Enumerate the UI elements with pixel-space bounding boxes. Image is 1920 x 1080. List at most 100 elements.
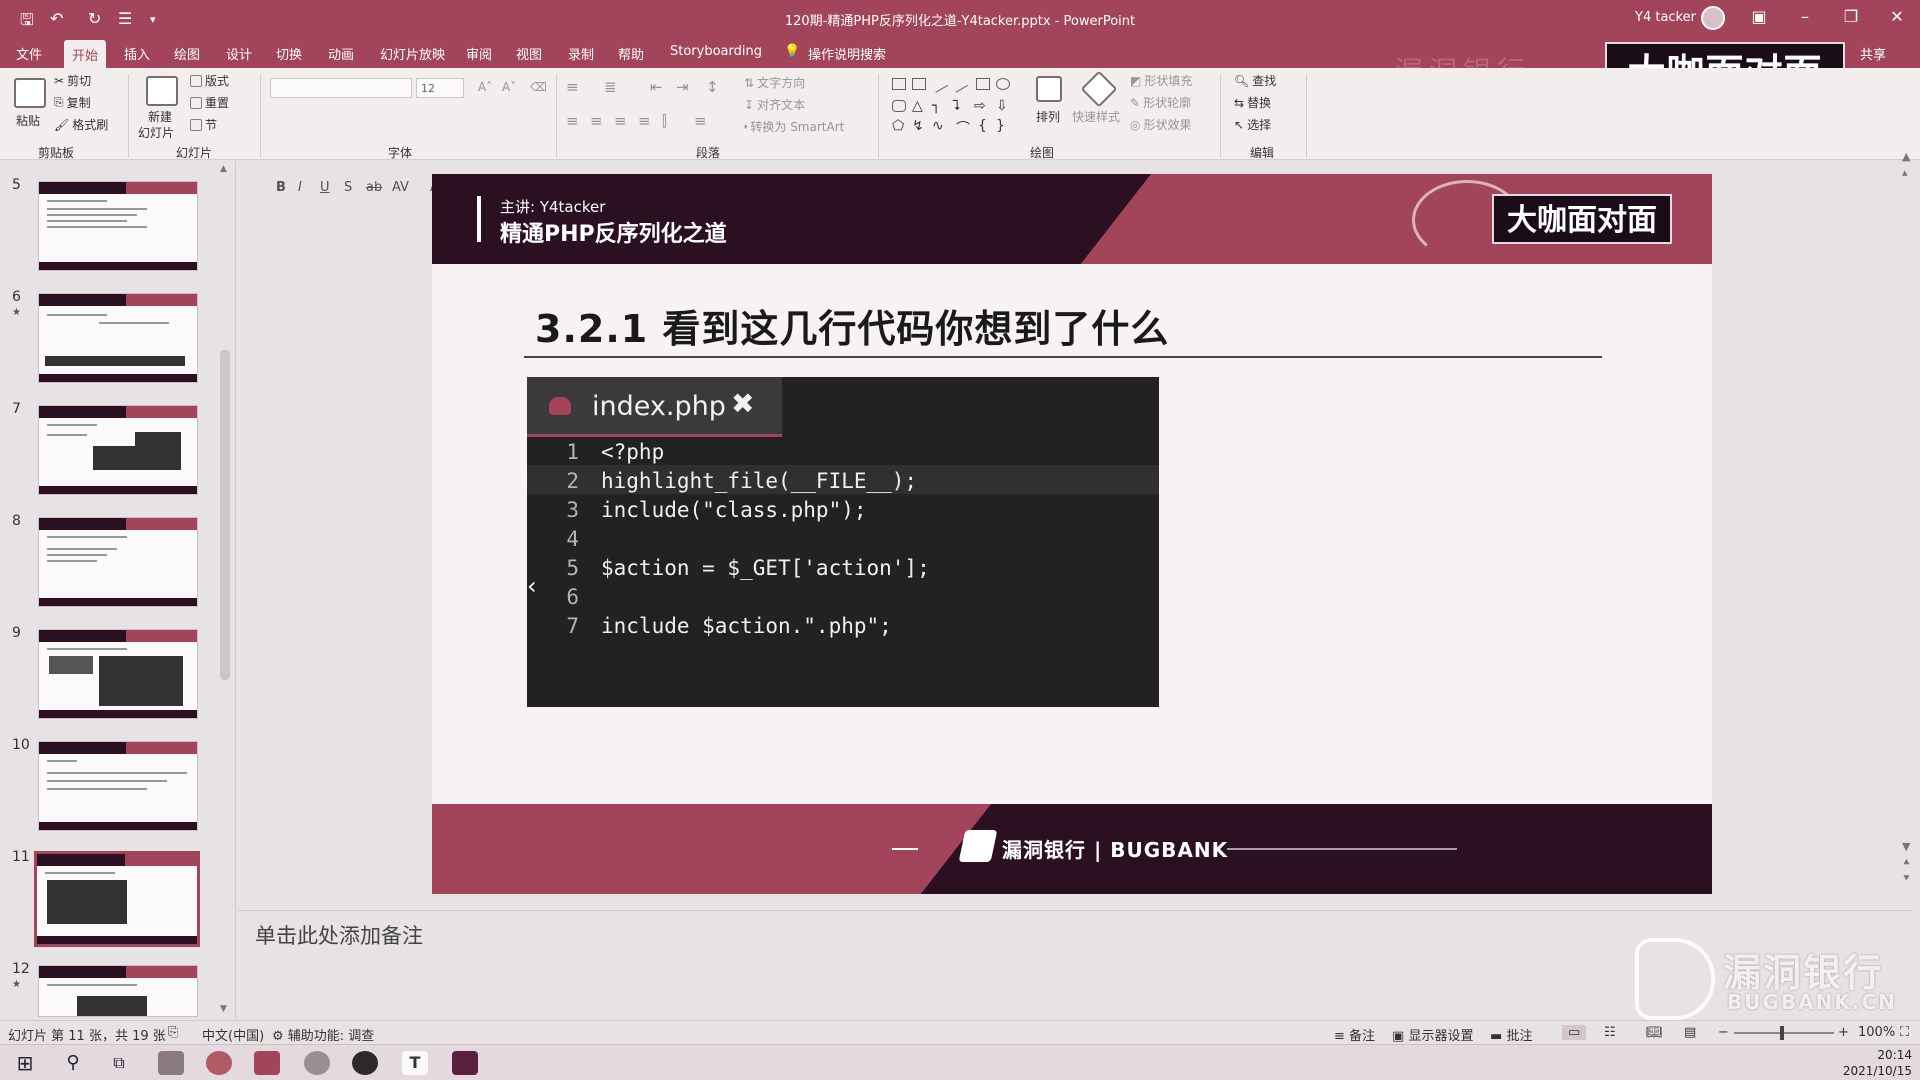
restore-button[interactable]: ❐ <box>1836 7 1866 26</box>
slide-thumbnail-selected[interactable] <box>34 851 200 947</box>
tab-design[interactable]: 设计 <box>226 44 252 63</box>
normal-view-icon[interactable]: ▭ <box>1562 1025 1587 1040</box>
zoom-out-button[interactable]: − <box>1718 1025 1729 1040</box>
arrange-icon[interactable] <box>1036 76 1062 102</box>
accessibility-button[interactable]: ⚙ 辅助功能: 调查 <box>272 1025 374 1044</box>
phpstorm-icon[interactable] <box>452 1051 478 1075</box>
lecturer-text[interactable]: 主讲: Y4tacker <box>500 196 605 217</box>
strikethrough-icon[interactable]: ab <box>366 180 382 195</box>
arrange-button[interactable]: 排列 <box>1036 108 1060 125</box>
zoom-slider-handle[interactable] <box>1780 1026 1784 1040</box>
increase-indent-icon[interactable]: ⇥ <box>676 78 689 96</box>
notes-button[interactable]: ≡ 备注 <box>1334 1025 1375 1044</box>
oval-shape-icon[interactable] <box>996 78 1010 90</box>
decrease-indent-icon[interactable]: ⇤ <box>650 78 663 96</box>
font-size-combo[interactable]: 12 <box>416 78 464 98</box>
line-spacing-icon[interactable]: ↕ <box>706 78 719 96</box>
align-center-icon[interactable]: ≡ <box>590 112 603 130</box>
char-spacing-icon[interactable]: AV <box>392 180 409 195</box>
scroll-up-icon[interactable]: ▲ <box>220 164 227 174</box>
select-button[interactable]: ↖ 选择 <box>1234 116 1271 133</box>
slide-thumbnail[interactable] <box>38 741 198 831</box>
close-button[interactable]: ✕ <box>1882 7 1912 26</box>
prev-slide-arrow-icon[interactable]: ⯅ <box>1902 856 1911 870</box>
paste-button[interactable]: 粘贴 <box>16 112 40 129</box>
zoom-in-button[interactable]: + <box>1838 1025 1849 1040</box>
copy-button[interactable]: ⎘ 复制 <box>54 94 91 111</box>
section-button[interactable]: 节 <box>190 116 217 133</box>
brace-left-shape-icon[interactable]: { <box>978 118 987 134</box>
zoom-slider[interactable] <box>1734 1032 1834 1034</box>
tab-home[interactable]: 开始 <box>64 40 107 68</box>
elbow-connector-icon[interactable]: ┐ <box>932 98 940 114</box>
comments-button[interactable]: ▬ 批注 <box>1490 1025 1532 1044</box>
spellcheck-icon[interactable]: ⎘ <box>168 1025 178 1040</box>
next-slide-arrow-icon[interactable]: ⯆ <box>1902 872 1911 886</box>
tab-view[interactable]: 视图 <box>516 44 542 63</box>
fit-slide-icon[interactable]: ⛶ <box>1900 1025 1909 1040</box>
previous-slide-icon[interactable]: ▴ <box>1902 166 1908 179</box>
tab-record[interactable]: 录制 <box>568 44 594 63</box>
slide-thumbnail[interactable] <box>38 293 198 383</box>
clear-format-icon[interactable]: ⌫ <box>530 80 547 94</box>
language-indicator[interactable]: 中文(中国) <box>202 1025 264 1044</box>
windows-start-icon[interactable]: ⊞ <box>12 1051 38 1075</box>
right-arrow-shape-icon[interactable]: ⇨ <box>974 98 986 114</box>
tab-draw[interactable]: 绘图 <box>174 44 200 63</box>
paste-icon[interactable] <box>14 78 46 108</box>
rectangle-shape-icon[interactable] <box>976 78 990 90</box>
numbering-icon[interactable]: ≣ <box>604 78 617 96</box>
code-screenshot[interactable]: index.php ✖ 1 <?php 2 highlight_file(__FIL… <box>527 377 1159 707</box>
tab-transitions[interactable]: 切换 <box>276 44 302 63</box>
tell-me-search[interactable]: 操作说明搜索 <box>808 44 886 63</box>
slideshow-view-icon[interactable]: ▤ <box>1684 1025 1696 1040</box>
quick-styles-icon[interactable] <box>1080 70 1118 108</box>
slide-thumbnail[interactable] <box>38 629 198 719</box>
bullets-icon[interactable]: ≡ <box>566 78 579 96</box>
tab-insert[interactable]: 插入 <box>124 44 150 63</box>
lightning-shape-icon[interactable]: ↯ <box>912 118 924 134</box>
replace-button[interactable]: ⇆ 替换 <box>1234 94 1271 111</box>
github-icon[interactable] <box>352 1051 378 1075</box>
new-slide-label-1[interactable]: 新建 <box>148 108 172 125</box>
scroll-down-icon[interactable]: ▼ <box>220 1004 227 1014</box>
align-text-button[interactable]: ↧ 对齐文本 <box>744 96 805 113</box>
zoom-level[interactable]: 100% <box>1858 1025 1895 1040</box>
notes-divider[interactable] <box>238 910 1912 911</box>
task-view-icon[interactable]: ⧉ <box>106 1051 132 1075</box>
typora-icon[interactable]: T <box>402 1051 428 1075</box>
file-explorer-icon[interactable] <box>158 1051 184 1075</box>
slide-thumbnail[interactable] <box>38 405 198 495</box>
user-name[interactable]: Y4 tacker <box>1635 10 1696 25</box>
brace-right-shape-icon[interactable]: } <box>996 118 1005 134</box>
shadow-icon[interactable]: S <box>344 180 352 195</box>
tab-storyboarding[interactable]: Storyboarding <box>670 44 762 59</box>
slide-thumbnail[interactable] <box>38 965 198 1017</box>
app-icon[interactable] <box>304 1051 330 1075</box>
textbox-shape-icon[interactable] <box>892 78 906 90</box>
justify-icon[interactable]: ≡ <box>638 112 651 130</box>
search-icon[interactable]: ⚲ <box>60 1051 86 1075</box>
shape-effects-button[interactable]: ◎ 形状效果 <box>1130 116 1192 133</box>
shape-outline-button[interactable]: ✎ 形状轮廓 <box>1130 94 1191 111</box>
notes-placeholder[interactable]: 单击此处添加备注 <box>255 920 423 950</box>
shrink-font-icon[interactable]: A˅ <box>502 80 516 94</box>
quick-styles-button[interactable]: 快速样式 <box>1072 108 1120 125</box>
scroll-up-icon[interactable]: ▲ <box>1902 150 1910 163</box>
avatar[interactable] <box>1701 6 1725 30</box>
align-right-icon[interactable]: ≡ <box>614 112 627 130</box>
tab-review[interactable]: 审阅 <box>466 44 492 63</box>
align-left-icon[interactable]: ≡ <box>566 112 579 130</box>
new-slide-icon[interactable] <box>146 76 178 106</box>
display-settings-button[interactable]: ▣ 显示器设置 <box>1392 1025 1473 1044</box>
clock[interactable]: 20:14 2021/10/15 <box>1840 1047 1912 1079</box>
italic-icon[interactable]: I <box>298 180 302 195</box>
slide-sorter-icon[interactable]: ☷ <box>1604 1025 1616 1040</box>
grow-font-icon[interactable]: A˄ <box>478 80 492 94</box>
slide-title[interactable]: 3.2.1 看到这几行代码你想到了什么 <box>535 298 1169 353</box>
down-arrow-shape-icon[interactable]: ⇩ <box>996 98 1008 114</box>
slide-thumbnail[interactable] <box>38 517 198 607</box>
shape-fill-button[interactable]: ◩ 形状填充 <box>1130 72 1192 89</box>
chrome-icon[interactable] <box>206 1051 232 1075</box>
scroll-down-icon[interactable]: ▼ <box>1902 840 1910 853</box>
